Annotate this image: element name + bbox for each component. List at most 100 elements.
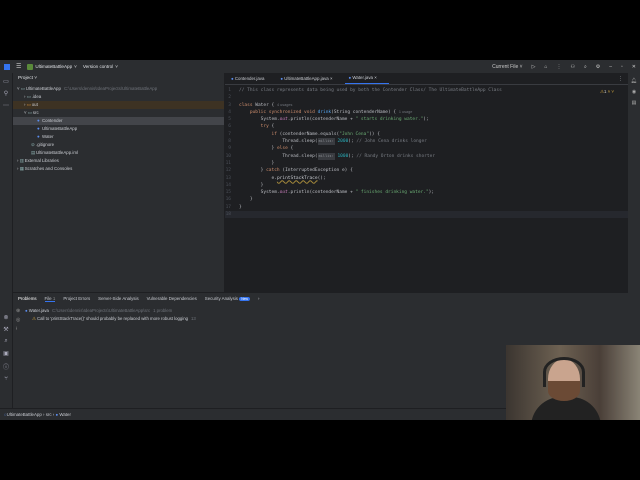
- left-tool-strip: ▭ ⚲ ⋯ ⊗ ⚒ ⌕ ▣ ⓘ ⑂: [0, 73, 13, 408]
- search-icon[interactable]: ⌕: [584, 64, 587, 70]
- more-tabs-icon[interactable]: ›: [258, 296, 259, 301]
- tree-item-ultimatebattleapp[interactable]: ● UltimateBattleApp: [13, 125, 224, 133]
- tree-item-idea[interactable]: › ▭.idea: [13, 93, 224, 101]
- tab-problems[interactable]: Problems: [18, 296, 37, 301]
- project-tool-icon[interactable]: ▭: [0, 78, 12, 85]
- code-line[interactable]: 3 class Water { 4 usages: [225, 102, 628, 109]
- main-menu-icon[interactable]: ☰: [16, 63, 21, 70]
- webcam-overlay: [506, 345, 640, 420]
- code-token: drink: [317, 109, 332, 115]
- code-line[interactable]: 8 Thread.sleep(millis: 2000); // John Ce…: [225, 138, 628, 146]
- problems-toolbar: ⊛ ◎ ⍿: [16, 307, 20, 334]
- code-token: e.: [239, 175, 277, 181]
- breadcrumb-src[interactable]: src: [46, 412, 52, 417]
- editor-tabs: ● Contender.java ● UltimateBattleApp.jav…: [225, 73, 628, 85]
- code-area[interactable]: 1 // This class represents data being use…: [225, 85, 628, 219]
- problem-file-row[interactable]: ● Water.java C:\Users\dennis\IdeaProjects…: [13, 307, 628, 315]
- problems-tool-icon[interactable]: ⓘ: [0, 362, 12, 371]
- breadcrumb-project[interactable]: UltimateBattleApp: [7, 412, 42, 417]
- find-tool-icon[interactable]: ⌕: [0, 338, 12, 345]
- line-number: 18: [225, 212, 231, 218]
- build-tool-icon[interactable]: ⚒: [0, 326, 12, 333]
- code-line[interactable]: 18: [225, 211, 628, 219]
- vcs-selector[interactable]: Version control ˅: [83, 64, 118, 69]
- run-icon[interactable]: ▷: [532, 64, 536, 70]
- line-number: 11: [225, 160, 231, 166]
- tab-water[interactable]: ● Water.java ×: [344, 75, 389, 84]
- tree-root[interactable]: ˅ ▭UltimateBattleApp C:\Users\dennis\Idea…: [13, 85, 224, 93]
- code-line[interactable]: 11 }: [225, 160, 628, 167]
- code-token: out: [279, 117, 288, 123]
- code-token: );: [423, 117, 429, 123]
- project-name: UltimateBattleApp: [35, 64, 73, 69]
- code-line[interactable]: 17}: [225, 204, 628, 211]
- ai-assistant-icon[interactable]: ◉: [628, 89, 640, 95]
- code-line[interactable]: 9 } else {: [225, 145, 628, 152]
- breadcrumb-class[interactable]: Water: [59, 412, 71, 417]
- minimize-button[interactable]: –: [609, 64, 612, 70]
- project-panel-title[interactable]: Project ˅: [13, 73, 224, 85]
- project-selector[interactable]: UltimateBattleApp ˅: [27, 63, 77, 70]
- tree-item-water[interactable]: ● Water: [13, 133, 224, 141]
- database-icon[interactable]: ▤: [628, 100, 640, 106]
- tab-contender[interactable]: ● Contender.java: [227, 76, 276, 84]
- notifications-icon[interactable]: 🔔︎: [628, 78, 640, 84]
- code-line[interactable]: 6 try {: [225, 123, 628, 130]
- problem-item[interactable]: ⚠ Call to 'printStackTrace()' should pro…: [13, 315, 628, 323]
- debug-icon[interactable]: ⌂: [544, 64, 547, 70]
- show-icon[interactable]: ◎: [16, 316, 20, 325]
- line-number: 1: [228, 88, 231, 93]
- code-line[interactable]: 13 e. printStackTrace ();: [225, 175, 628, 182]
- code-line[interactable]: 10 Thread.sleep(millis: 1000); // Randy …: [225, 152, 628, 160]
- code-line[interactable]: 12 } catch (InterruptedException e) {: [225, 167, 628, 174]
- code-line[interactable]: 2: [225, 94, 628, 101]
- close-tab-icon[interactable]: ×: [374, 75, 377, 80]
- group-by-icon[interactable]: ⊛: [16, 307, 20, 316]
- code-line[interactable]: 15 System. out .println(contenderName + " …: [225, 189, 628, 196]
- line-number: 12: [225, 168, 231, 174]
- code-line[interactable]: 4 public synchronized void drink (String …: [225, 109, 628, 116]
- maximize-button[interactable]: ▫: [621, 64, 623, 70]
- tab-vulnerable-dependencies[interactable]: Vulnerable Dependencies: [147, 296, 197, 301]
- line-number: 5: [228, 117, 231, 123]
- tab-security-analysis[interactable]: Security Analysis New: [205, 296, 251, 301]
- more-tools-icon[interactable]: ⋯: [0, 102, 12, 109]
- problem-file-path: C:\Users\dennis\IdeaProjects\UltimateBat…: [51, 308, 151, 313]
- more-icon[interactable]: ⋮: [556, 64, 561, 70]
- tab-file[interactable]: File 1: [44, 296, 56, 302]
- tabs-more-icon[interactable]: ⋮: [618, 76, 623, 82]
- plugins-tool-icon[interactable]: ⊗: [0, 314, 12, 321]
- tree-item-src[interactable]: ˅ ▭src: [13, 109, 224, 117]
- git-tool-icon[interactable]: ⑂: [0, 376, 12, 382]
- tree-item-out[interactable]: › ▭out: [13, 101, 224, 109]
- tree-label: UltimateBattleApp.iml: [36, 150, 78, 155]
- line-number: 10: [225, 153, 231, 159]
- settings-icon[interactable]: ⚙: [596, 64, 600, 70]
- tab-project-errors[interactable]: Project Errors: [63, 296, 90, 301]
- code-token: public synchronized void: [239, 109, 318, 115]
- tree-item-scratches[interactable]: › ▦Scratches and Consoles: [13, 165, 224, 173]
- code-token: .println(contenderName +: [287, 190, 356, 196]
- code-line[interactable]: 16 }: [225, 196, 628, 203]
- code-token: 1000: [334, 153, 349, 159]
- tree-item-external-libraries[interactable]: › ▥External Libraries: [13, 157, 224, 165]
- tree-item-gitignore[interactable]: ⊘.gitignore: [13, 141, 224, 149]
- structure-tool-icon[interactable]: ⚲: [0, 90, 12, 97]
- close-tab-icon[interactable]: ×: [330, 76, 333, 81]
- tab-ultimatebattleapp[interactable]: ● UltimateBattleApp.java ×: [276, 76, 344, 84]
- tree-item-contender[interactable]: ● Contender: [13, 117, 224, 125]
- code-editor[interactable]: ● Contender.java ● UltimateBattleApp.jav…: [225, 73, 628, 292]
- code-token: }: [239, 160, 275, 166]
- add-user-icon[interactable]: ⚇: [570, 64, 574, 70]
- terminal-tool-icon[interactable]: ▣: [0, 350, 12, 357]
- tab-server-side-analysis[interactable]: Server-Side Analysis: [98, 296, 139, 301]
- code-line[interactable]: 7 if (contenderName.equals("John Cena"))…: [225, 131, 628, 138]
- code-token: )) {: [369, 131, 380, 137]
- run-config-selector[interactable]: Current File ˅: [492, 64, 522, 70]
- code-line[interactable]: 5 System. out .println(contenderName + " s…: [225, 116, 628, 123]
- close-button[interactable]: ✕: [632, 64, 636, 70]
- code-line[interactable]: 14 }: [225, 182, 628, 189]
- pin-icon[interactable]: ⍿: [16, 325, 20, 334]
- tree-item-iml[interactable]: ▤UltimateBattleApp.iml: [13, 149, 224, 157]
- code-line[interactable]: 1 // This class represents data being use…: [225, 87, 628, 94]
